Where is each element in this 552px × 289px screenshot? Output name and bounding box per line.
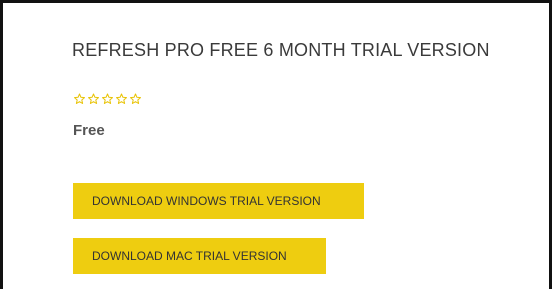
star-outline-icon <box>116 93 127 104</box>
star-outline-icon <box>130 93 141 104</box>
star-rating <box>73 93 142 105</box>
product-title: REFRESH PRO FREE 6 MONTH TRIAL VERSION <box>72 40 490 60</box>
download-windows-button[interactable]: DOWNLOAD WINDOWS TRIAL VERSION <box>73 183 364 219</box>
star-outline-icon <box>102 93 113 104</box>
price-label: Free <box>73 122 105 139</box>
star-outline-icon <box>88 93 99 104</box>
download-mac-button[interactable]: DOWNLOAD MAC TRIAL VERSION <box>73 238 326 274</box>
product-card: REFRESH PRO FREE 6 MONTH TRIAL VERSION F… <box>0 0 552 289</box>
star-outline-icon <box>74 93 85 104</box>
